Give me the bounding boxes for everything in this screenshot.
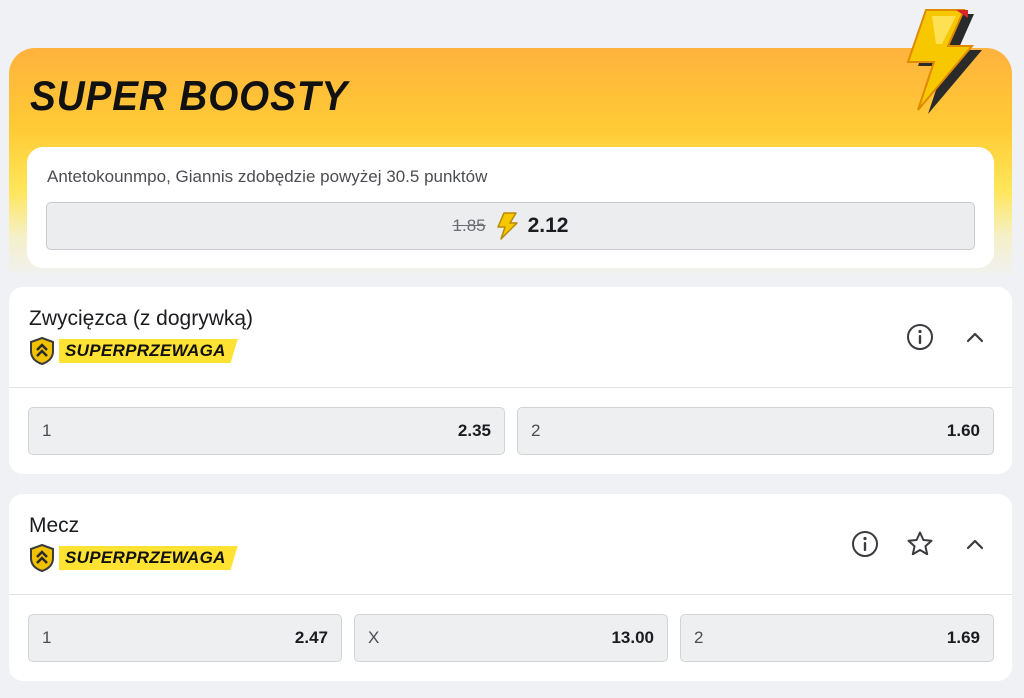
- outcome-label: 1: [42, 628, 52, 647]
- outcome-odds: 1.60: [946, 421, 980, 440]
- odds-button-away[interactable]: 2 1.69: [680, 614, 994, 662]
- boost-new-odds: 2.12: [527, 214, 569, 237]
- market-card-winner: Zwycięzca (z dogrywką) SUPERPRZEWAGA 1 2…: [9, 287, 1012, 474]
- market-header: Zwycięzca (z dogrywką) SUPERPRZEWAGA: [9, 287, 1012, 388]
- superprzewaga-badge: SUPERPRZEWAGA: [29, 544, 238, 572]
- odds-button-home[interactable]: 1 2.35: [28, 407, 505, 455]
- outcome-odds: 13.00: [611, 628, 654, 647]
- market-header: Mecz SUPERPRZEWAGA: [9, 494, 1012, 595]
- odds-row: 1 2.35 2 1.60: [9, 388, 1012, 474]
- outcome-odds: 2.35: [457, 421, 491, 440]
- star-icon[interactable]: [906, 530, 934, 558]
- outcome-label: X: [368, 628, 380, 647]
- boost-description: Antetokounmpo, Giannis zdobędzie powyżej…: [47, 167, 488, 186]
- boost-old-odds: 1.85: [452, 216, 486, 235]
- lightning-bolt-logo-icon: [906, 9, 982, 114]
- outcome-label: 2: [531, 421, 541, 440]
- market-title: Mecz: [29, 514, 80, 537]
- chevron-up-icon[interactable]: [961, 530, 989, 558]
- odds-button-home[interactable]: 1 2.47: [28, 614, 342, 662]
- super-boost-title: SUPER BOOSTY: [30, 72, 349, 119]
- superprzewaga-label: SUPERPRZEWAGA: [59, 546, 238, 570]
- info-icon[interactable]: [851, 530, 879, 558]
- market-card-match: Mecz SUPERPRZEWAGA 1 2.47 X 13.00 2 1.69: [9, 494, 1012, 681]
- odds-button-away[interactable]: 2 1.60: [517, 407, 994, 455]
- superprzewaga-badge: SUPERPRZEWAGA: [29, 337, 238, 365]
- odds-row: 1 2.47 X 13.00 2 1.69: [9, 595, 1012, 681]
- outcome-odds: 2.47: [294, 628, 328, 647]
- outcome-label: 1: [42, 421, 52, 440]
- boost-bolt-icon: [496, 212, 518, 240]
- outcome-odds: 1.69: [946, 628, 980, 647]
- odds-button-draw[interactable]: X 13.00: [354, 614, 668, 662]
- market-title: Zwycięzca (z dogrywką): [29, 307, 254, 330]
- shield-chevrons-icon: [30, 544, 54, 572]
- boost-odds-button[interactable]: 1.85 2.12: [46, 202, 975, 250]
- super-boost-card: Antetokounmpo, Giannis zdobędzie powyżej…: [27, 147, 994, 268]
- shield-chevrons-icon: [30, 337, 54, 365]
- info-icon[interactable]: [906, 323, 934, 351]
- outcome-label: 2: [694, 628, 704, 647]
- superprzewaga-label: SUPERPRZEWAGA: [59, 339, 238, 363]
- chevron-up-icon[interactable]: [961, 323, 989, 351]
